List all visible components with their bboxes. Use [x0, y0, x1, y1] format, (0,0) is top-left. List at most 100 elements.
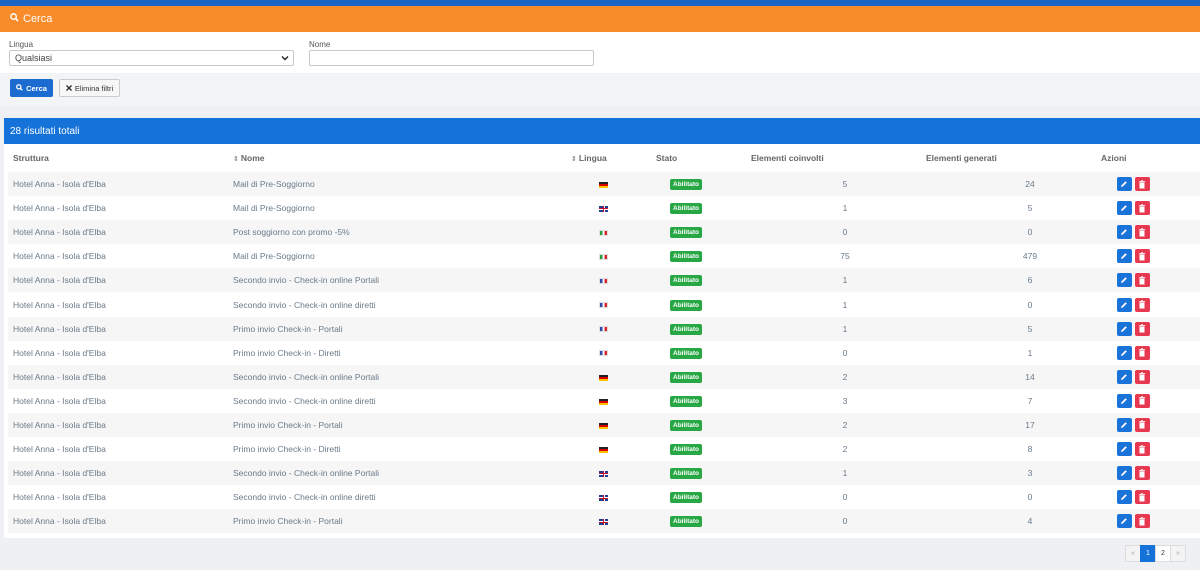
pencil-icon	[1121, 181, 1127, 188]
pencil-icon	[1121, 494, 1127, 501]
pencil-icon	[1121, 398, 1127, 404]
cell-lingua	[561, 485, 646, 509]
pagination-prev[interactable]: «	[1125, 545, 1141, 562]
cell-generati: 6	[1027, 275, 1033, 286]
delete-button[interactable]	[1134, 273, 1150, 288]
edit-button[interactable]	[1116, 345, 1132, 360]
cell-coinvolti: 75	[840, 251, 850, 262]
edit-button[interactable]	[1116, 466, 1132, 481]
cell-lingua	[561, 389, 646, 413]
column-header-struttura: Struttura	[13, 153, 49, 163]
delete-button[interactable]	[1134, 249, 1150, 264]
cell-struttura: Hotel Anna - Isola d'Elba	[13, 419, 106, 430]
delete-button[interactable]	[1134, 321, 1150, 336]
edit-button[interactable]	[1116, 249, 1132, 264]
edit-button[interactable]	[1116, 417, 1132, 432]
cell-azioni	[1066, 292, 1200, 316]
search-icon	[16, 83, 23, 93]
edit-button[interactable]	[1116, 490, 1132, 505]
table-row: Hotel Anna - Isola d'Elba Primo invio Che…	[8, 341, 1200, 365]
edit-button[interactable]	[1116, 273, 1132, 288]
cell-nome: Post soggiorno con promo -5%	[233, 227, 350, 238]
delete-button[interactable]	[1134, 177, 1150, 192]
delete-button[interactable]	[1134, 514, 1150, 529]
clear-filters-button[interactable]: Elimina filtri	[59, 79, 120, 97]
table-row: Hotel Anna - Isola d'Elba Secondo invio -…	[8, 389, 1200, 413]
delete-button[interactable]	[1134, 201, 1150, 216]
trash-icon	[1139, 348, 1145, 357]
cell-generati: 1	[1027, 347, 1033, 358]
edit-button[interactable]	[1116, 201, 1132, 216]
search-panel-header: Cerca	[0, 6, 1200, 32]
cell-struttura: Hotel Anna - Isola d'Elba	[13, 179, 106, 190]
cell-lingua	[561, 268, 646, 292]
edit-button[interactable]	[1116, 369, 1132, 384]
column-header-coinvolti: Elementi coinvolti	[751, 153, 824, 163]
cell-struttura: Hotel Anna - Isola d'Elba	[13, 395, 106, 406]
cell-stato: Abilitato	[646, 172, 726, 196]
trash-icon	[1139, 276, 1145, 285]
cell-coinvolti: 2	[842, 419, 848, 430]
table-row: Hotel Anna - Isola d'Elba Mail di Pre-Sog…	[8, 172, 1200, 197]
cell-nome: Primo invio Check-in - Portali	[233, 323, 343, 334]
delete-button[interactable]	[1134, 466, 1150, 481]
cell-struttura: Hotel Anna - Isola d'Elba	[13, 516, 106, 527]
delete-button[interactable]	[1134, 393, 1150, 408]
cell-generati: 3	[1027, 468, 1033, 479]
pagination-page-2[interactable]: 2	[1155, 545, 1171, 562]
cell-azioni	[1066, 268, 1200, 292]
delete-button[interactable]	[1134, 490, 1150, 505]
delete-button[interactable]	[1134, 345, 1150, 360]
pencil-icon	[1121, 253, 1127, 260]
edit-button[interactable]	[1116, 297, 1132, 312]
column-header-nome[interactable]: ⇕ Nome	[228, 144, 561, 172]
edit-button[interactable]	[1116, 225, 1132, 240]
delete-button[interactable]	[1134, 417, 1150, 432]
cell-lingua	[561, 172, 646, 196]
cell-struttura: Hotel Anna - Isola d'Elba	[13, 347, 106, 358]
cell-azioni	[1066, 437, 1200, 461]
name-input[interactable]	[309, 50, 594, 66]
cell-lingua	[561, 220, 646, 244]
pencil-icon	[1121, 277, 1127, 284]
edit-button[interactable]	[1116, 442, 1132, 457]
clear-filters-label: Elimina filtri	[74, 83, 114, 93]
language-label: Lingua	[9, 40, 34, 49]
status-badge: Abilitato	[670, 227, 702, 239]
pencil-icon	[1121, 518, 1127, 525]
column-header-lingua[interactable]: ⇕ Lingua	[561, 144, 646, 172]
edit-button[interactable]	[1116, 177, 1132, 192]
language-select[interactable]: Qualsiasi	[9, 50, 294, 66]
cell-nome: Secondo invio - Check-in online diretti	[233, 492, 376, 503]
cell-nome: Primo invio Check-in - Portali	[233, 419, 343, 430]
pencil-icon	[1121, 422, 1127, 428]
delete-button[interactable]	[1134, 442, 1150, 457]
search-button[interactable]: Cerca	[10, 79, 53, 97]
edit-button[interactable]	[1116, 514, 1132, 529]
status-badge: Abilitato	[670, 395, 702, 407]
status-badge: Abilitato	[670, 275, 702, 287]
delete-button[interactable]	[1134, 297, 1150, 312]
cell-nome: Primo invio Check-in - Diretti	[233, 347, 341, 358]
edit-button[interactable]	[1116, 393, 1132, 408]
cell-lingua	[561, 461, 646, 485]
trash-icon	[1139, 179, 1145, 189]
cell-lingua	[561, 437, 646, 461]
trash-icon	[1139, 324, 1145, 333]
pagination-page-1[interactable]: 1	[1140, 545, 1156, 562]
status-badge: Abilitato	[670, 468, 702, 480]
delete-button[interactable]	[1134, 225, 1150, 240]
flag-fr-icon	[599, 278, 608, 285]
cell-generati: 4	[1027, 516, 1033, 527]
cell-nome: Secondo invio - Check-in online diretti	[233, 299, 376, 310]
flag-gb-icon	[599, 470, 608, 477]
edit-button[interactable]	[1116, 321, 1132, 336]
delete-button[interactable]	[1134, 369, 1150, 384]
trash-icon	[1139, 396, 1145, 405]
flag-gb-icon	[599, 495, 608, 502]
pagination-next[interactable]: »	[1170, 545, 1186, 562]
cell-stato: Abilitato	[646, 317, 726, 341]
cell-generati: 5	[1027, 203, 1033, 214]
cell-coinvolti: 0	[842, 516, 848, 527]
cell-generati: 0	[1027, 492, 1033, 503]
